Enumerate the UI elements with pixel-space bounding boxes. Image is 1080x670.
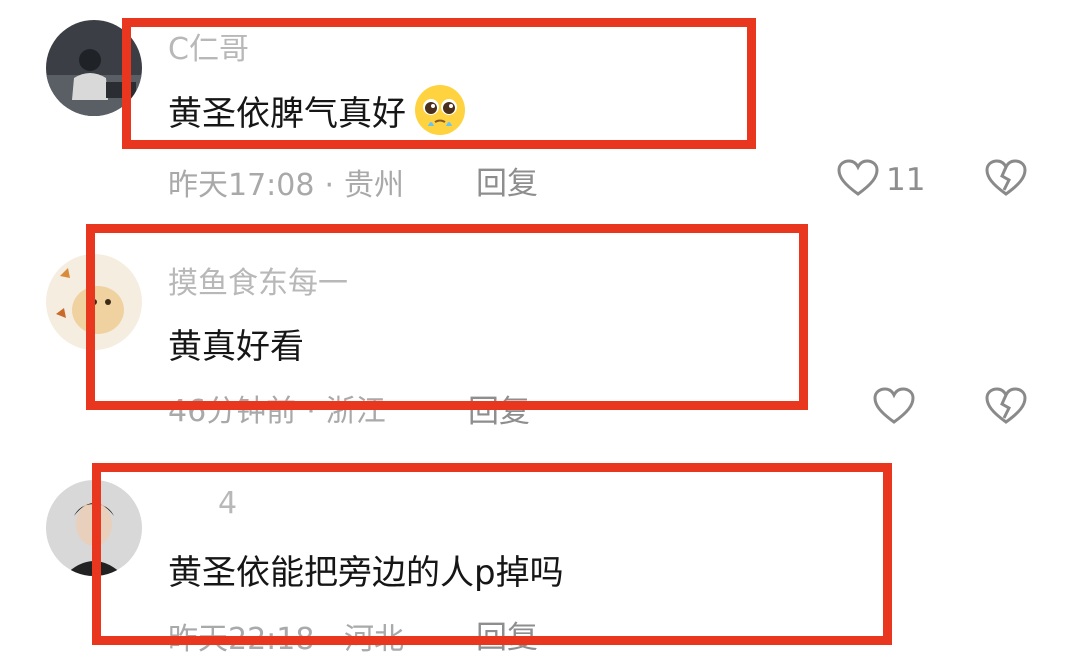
meta-separator: · [306, 394, 316, 429]
comment-text: 黄圣依能把旁边的人p掉吗 [168, 542, 564, 596]
comment-body: 黄圣依脾气真好 [168, 93, 406, 134]
like-button[interactable] [872, 386, 922, 430]
comment-time: 46分钟前 [168, 394, 297, 429]
heart-outline-icon [872, 386, 916, 430]
comment-meta: 昨天22:18 · 河北 [168, 614, 404, 658]
pleading-face-emoji [412, 82, 468, 138]
avatar[interactable] [46, 254, 142, 350]
comment-body: 黄圣依能把旁边的人p掉吗 [168, 552, 564, 593]
username[interactable]: C仁哥 [168, 24, 249, 68]
comment-time: 昨天17:08 [168, 168, 315, 203]
avatar[interactable] [46, 20, 142, 116]
comment-meta: 昨天17:08 · 贵州 [168, 160, 404, 204]
meta-separator: · [324, 168, 335, 203]
username[interactable]: 4 [218, 486, 237, 521]
avatar[interactable] [46, 480, 142, 576]
reply-button[interactable]: 回复 [476, 158, 538, 203]
reply-button[interactable]: 回复 [468, 386, 530, 431]
comment-location: 贵州 [344, 168, 405, 203]
username[interactable]: 摸鱼食东每一 [168, 258, 348, 302]
comment-time: 昨天22:18 [168, 622, 315, 657]
comment-meta: 46分钟前 · 浙江 [168, 386, 386, 430]
like-button[interactable]: 11 [836, 158, 925, 202]
comment-location: 河北 [344, 622, 405, 657]
meta-separator: · [324, 622, 335, 657]
comment-text: 黄圣依脾气真好 [168, 82, 468, 138]
reply-button[interactable]: 回复 [476, 612, 538, 657]
comment-text: 黄真好看 [168, 316, 304, 370]
heart-outline-icon [836, 158, 880, 202]
broken-heart-icon[interactable] [984, 158, 1028, 202]
comment-location: 浙江 [325, 394, 386, 429]
like-count: 11 [886, 162, 926, 198]
broken-heart-icon[interactable] [984, 386, 1028, 430]
comment-body: 黄真好看 [168, 326, 304, 367]
